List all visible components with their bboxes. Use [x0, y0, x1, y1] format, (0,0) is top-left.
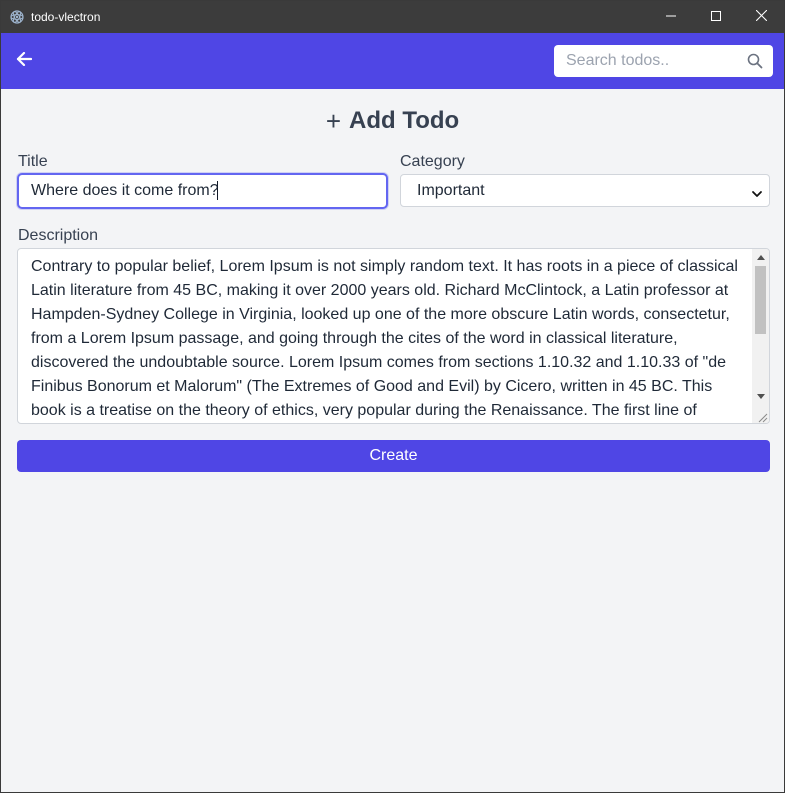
- category-label: Category: [400, 153, 465, 170]
- electron-app-icon: [10, 10, 24, 24]
- description-label: Description: [18, 227, 99, 244]
- text-cursor: [217, 181, 218, 200]
- category-selected-value: Important: [417, 182, 485, 199]
- title-label: Title: [18, 153, 48, 170]
- back-button[interactable]: [13, 51, 35, 71]
- category-select[interactable]: Important: [400, 174, 770, 207]
- resize-grip-icon[interactable]: [756, 410, 768, 423]
- scroll-down-arrow-icon[interactable]: [752, 388, 769, 405]
- maximize-button[interactable]: [693, 1, 739, 33]
- close-icon: [755, 8, 767, 26]
- chevron-down-icon: [751, 186, 763, 197]
- scrollbar-thumb[interactable]: [755, 266, 766, 334]
- description-text: Contrary to popular belief, Lorem Ipsum …: [31, 258, 738, 419]
- top-navbar: [1, 33, 784, 89]
- maximize-icon: [711, 8, 721, 26]
- description-scrollbar[interactable]: [752, 249, 769, 423]
- close-button[interactable]: [738, 1, 784, 33]
- window-title: todo-vlectron: [31, 10, 101, 24]
- scroll-up-arrow-icon[interactable]: [752, 249, 769, 266]
- search-icon[interactable]: [747, 53, 763, 69]
- page-title: + Add Todo: [1, 105, 784, 137]
- title-input[interactable]: [17, 173, 388, 209]
- plus-icon: +: [325, 105, 341, 136]
- page-title-text: Add Todo: [349, 107, 460, 134]
- minimize-button[interactable]: [648, 1, 694, 33]
- minimize-icon: [666, 8, 676, 26]
- description-textarea[interactable]: Contrary to popular belief, Lorem Ipsum …: [17, 248, 770, 424]
- create-button[interactable]: Create: [17, 440, 770, 472]
- arrow-left-icon: [16, 51, 33, 71]
- search-input[interactable]: [554, 45, 739, 77]
- search-box: [554, 45, 773, 77]
- window-titlebar: todo-vlectron: [1, 1, 784, 33]
